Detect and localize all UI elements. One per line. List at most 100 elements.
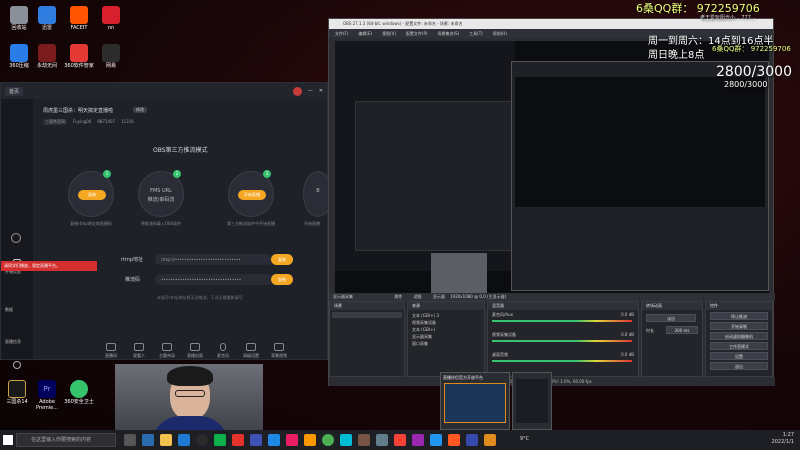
system-tray[interactable]: 1:27 2022/1/1 [772,432,794,446]
step-caption-1: 复制rtmp地址和直播码 [70,221,112,226]
display-select[interactable]: 1920x1080 @ 0,0 (主显示器) [450,294,506,299]
menu-scene-collection[interactable]: 场景集合(S) [437,29,459,38]
sidebar-item-info[interactable]: 直播信息 [5,339,21,345]
tool-mic[interactable]: 麦克风 [211,343,235,359]
copy-key-button[interactable]: 复制 [271,274,293,285]
studio-mode-button[interactable]: 工作室模式 [710,342,768,350]
app-icon[interactable] [448,434,460,446]
mic-icon [220,343,226,351]
stream-app-tab[interactable]: 首页 [5,86,24,96]
copy-rtmp-button[interactable]: 复制 [271,254,293,265]
sidebar-item-data[interactable]: 数据 [5,307,13,313]
app-icon[interactable] [466,434,478,446]
step-caption-4: 开始直播 [304,221,320,226]
menu-help[interactable]: 帮助(H) [493,29,507,38]
menu-tools[interactable]: 工具(T) [469,29,483,38]
preview-stream-app [355,101,515,251]
volume-meter [492,320,632,322]
task-view-icon[interactable] [124,434,136,446]
menu-file[interactable]: 文件(F) [335,29,348,38]
stream-key-field[interactable]: •••••••••••••••••••••••••••••••••• [155,274,273,285]
app-icon[interactable] [430,434,442,446]
mixer-track-name: 桌面音频 [492,352,508,357]
scene-item[interactable] [332,312,402,318]
app-icon[interactable] [304,434,316,446]
virtual-camera-button[interactable]: 启动虚拟摄像机 [710,332,768,340]
taskbar-search[interactable]: 在这里输入你要搜索的内容 [16,433,116,447]
app-icon[interactable] [232,434,244,446]
chrome-icon[interactable] [322,434,334,446]
desktop-icon-premiere[interactable]: Pr Adobe Premie... [32,380,62,411]
menu-edit[interactable]: 编辑(E) [358,29,372,38]
zip-icon [10,44,28,62]
step-caption-2: 将推流码填入OBS软件 [140,221,182,226]
close-icon[interactable]: ✕ [319,88,323,94]
stop-stream-button[interactable]: 停止推流 [710,312,768,320]
mini-sub-count: 2800/3000 [724,80,768,89]
folder-icon[interactable] [160,434,172,446]
app-icon[interactable] [268,434,280,446]
source-item[interactable]: 视频采集设备 [412,319,480,326]
properties-button[interactable]: 属性 [394,294,402,299]
desktop-icon-sanguosha[interactable]: 三国杀14 [2,380,32,406]
tool-room[interactable]: 直播间 [99,343,123,359]
app-icon[interactable] [394,434,406,446]
exit-button[interactable]: 退出 [710,362,768,370]
tool-layout[interactable]: 主题布局 [155,343,179,359]
edit-room-button[interactable]: 修改 [133,107,147,113]
app-icon[interactable] [412,434,424,446]
source-name: 显示器采集 [333,294,353,299]
start-recording-button[interactable]: 开始录制 [710,322,768,330]
app-icon[interactable] [376,434,388,446]
step-fms-url: 2 FMS URL 推流/串码流 [138,170,184,217]
start-live-step-button[interactable]: 开始直播 [238,190,266,200]
upload-icon[interactable] [13,361,21,369]
sanguosha-icon [8,380,26,398]
tool-camera[interactable]: 观看人 [127,343,151,359]
live-companion-icon[interactable] [484,434,496,446]
desktop-icon-xunlei[interactable]: 迅雷 [30,6,64,32]
app-icon[interactable] [340,434,352,446]
store-icon[interactable] [178,434,190,446]
add-icon[interactable] [11,233,21,243]
transitions-panel: 转场动画 淡出 时长 300 ms [641,301,703,377]
app-icon[interactable] [286,434,298,446]
settings-button[interactable]: 设置 [710,352,768,360]
menu-profile[interactable]: 配置文件(P) [406,29,428,38]
minimize-icon[interactable]: — [308,88,313,94]
tool-advanced[interactable]: 高级设置 [239,343,263,359]
taskbar-thumbnail-2[interactable] [512,372,552,430]
volume-meter [492,360,632,362]
source-item[interactable]: 显示器采集 [412,333,480,340]
app-icon[interactable] [358,434,370,446]
menu-view[interactable]: 视图(V) [382,29,396,38]
stream-app-sidebar: 开播设置 数据 直播信息 [1,99,33,369]
stream-app-main: 周虎墨三国杀：明天搞定直播啦 修改 三国杀官网 Fuying06 9873407… [33,99,333,359]
source-item[interactable]: 文本 (GDI+) [412,326,480,333]
taskbar-thumbnail[interactable]: 直播伴侣官方开放平台 [440,372,510,430]
source-item[interactable]: 文本 (GDI+) 3 [412,312,480,319]
obs-preview[interactable] [335,41,769,309]
desktop-icon-naraka[interactable]: 永劫无间 [30,44,64,70]
desktop-icon-faceit[interactable]: FACEIT [62,6,96,32]
transition-select[interactable]: 淡出 [646,314,696,322]
obs-taskbar-icon[interactable] [196,434,208,446]
preview-nested-canvas [515,77,765,207]
rtmp-field[interactable]: rtmp://•••••••••••••••••••••••••••• [155,254,273,265]
tool-bg-video[interactable]: 背景视频 [267,343,291,359]
edge-icon[interactable] [142,434,154,446]
copy-step-button[interactable]: 复制 [78,190,106,200]
source-item[interactable]: 窗口采集 [412,340,480,347]
avatar[interactable] [292,86,302,96]
desktop-icon-360-security[interactable]: 360安全卫士 [62,380,96,406]
tool-cover[interactable]: 直播封面 [183,343,207,359]
desktop-icon-nn[interactable]: nn [94,6,128,32]
app-icon[interactable] [250,434,262,446]
duration-input[interactable]: 300 ms [666,326,698,334]
desktop-icon-360-manager[interactable]: 360软件管家 [62,44,96,70]
filters-button[interactable]: 滤镜 [414,294,422,299]
desktop-icon-netease[interactable]: 网易 [94,44,128,70]
windows-start-icon[interactable] [3,435,13,445]
stream-key-label: 推流码 [125,277,141,283]
app-icon[interactable] [214,434,226,446]
